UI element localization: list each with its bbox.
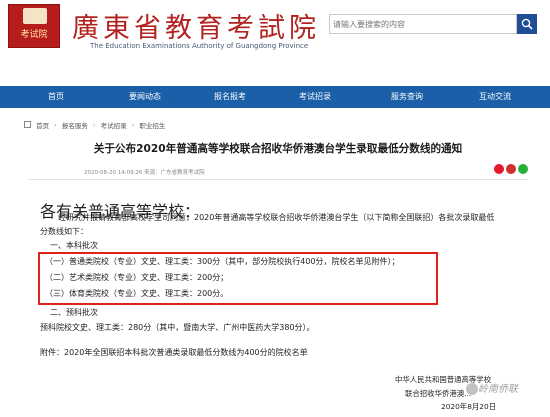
logo-emblem-icon xyxy=(23,8,47,24)
breadcrumb-separator-icon: › xyxy=(92,121,96,129)
search-input[interactable] xyxy=(333,17,493,32)
breadcrumb-separator-icon: › xyxy=(54,121,57,129)
site-title: 廣東省教育考試院 xyxy=(72,13,320,44)
nav-interaction[interactable]: 互动交流 xyxy=(465,86,525,108)
search-button[interactable] xyxy=(517,14,537,34)
paragraph-line: 经研究并报请教育部高校学生司同意，2020年普通高等学校联合招收华侨港澳台学生（… xyxy=(58,213,495,222)
search-box xyxy=(329,14,517,34)
nav-exams[interactable]: 考试招录 xyxy=(285,86,345,108)
breadcrumb-separator-icon: › xyxy=(131,121,135,129)
list-item: （一）普通类院校（专业）文史、理工类：300分（其中，部分院校执行400分，院校… xyxy=(45,257,400,266)
main-nav: 首页 要闻动态 报名报考 考试招录 服务查询 互动交流 xyxy=(0,86,550,108)
watermark: 岭南侨联 xyxy=(478,384,518,395)
nav-registration[interactable]: 报名报考 xyxy=(200,86,260,108)
site-subtitle: The Education Examinations Authority of … xyxy=(90,42,309,50)
attachment-link[interactable]: 附件：2020年全国联招本科批次普通类录取最低分数线为400分的院校名单 xyxy=(40,347,308,358)
logo-text: 考试院 xyxy=(20,30,48,40)
wechat-share-icon[interactable] xyxy=(518,164,528,174)
section-heading: 二、预科批次 xyxy=(50,308,98,317)
search-icon xyxy=(521,18,533,30)
breadcrumb-item[interactable]: 报名服务 xyxy=(62,120,88,130)
home-icon xyxy=(24,120,31,128)
breadcrumb-item[interactable]: 职业招生 xyxy=(139,120,165,130)
signature-line: 中华人民共和国普通高等学校 xyxy=(395,375,492,384)
section-heading: 一、本科批次 xyxy=(50,241,98,250)
nav-news[interactable]: 要闻动态 xyxy=(115,86,175,108)
watermark-logo-icon xyxy=(466,383,478,395)
signature-line: 联合招收华侨港澳... xyxy=(405,389,472,398)
paragraph-line: 预科院校文史、理工类：280分（其中，暨南大学、广州中医药大学380分）。 xyxy=(40,323,315,332)
breadcrumb-item[interactable]: 考试招录 xyxy=(101,120,127,130)
breadcrumb: 首页 › 报名服务 › 考试招录 › 职业招生 xyxy=(24,120,165,132)
qq-share-icon[interactable] xyxy=(506,164,516,174)
list-item: （三）体育类院校（专业）文史、理工类：200分。 xyxy=(45,289,229,298)
article-meta: 2020-08-20 14:09:26 来源：广东省教育考试院 xyxy=(28,164,528,180)
paragraph-line: 分数线如下： xyxy=(40,227,88,236)
article-meta-text: 2020-08-20 14:09:26 来源：广东省教育考试院 xyxy=(84,170,205,176)
breadcrumb-home[interactable]: 首页 xyxy=(36,120,49,130)
weibo-share-icon[interactable] xyxy=(494,164,504,174)
signature-date: 2020年8月20日 xyxy=(441,402,497,411)
logo[interactable]: 考试院 xyxy=(8,4,60,48)
nav-home[interactable]: 首页 xyxy=(26,86,86,108)
nav-services[interactable]: 服务查询 xyxy=(377,86,437,108)
site-header: 考试院 廣東省教育考試院 The Education Examinations … xyxy=(0,0,550,84)
article-title: 关于公布2020年普通高等学校联合招收华侨港澳台学生录取最低分数线的通知 xyxy=(93,143,463,155)
list-item: （二）艺术类院校（专业）文史、理工类：200分； xyxy=(45,273,229,282)
